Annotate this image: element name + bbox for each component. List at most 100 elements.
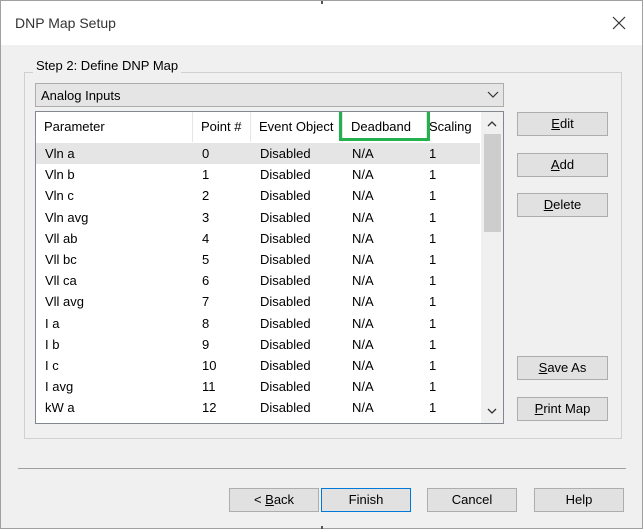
cancel-button[interactable]: Cancel: [427, 488, 517, 512]
column-header-scaling[interactable]: Scaling: [421, 112, 480, 142]
table-cell: Disabled: [260, 315, 311, 331]
table-cell: Disabled: [260, 336, 311, 352]
table-cell: 4: [202, 230, 210, 246]
table-cell: Disabled: [260, 379, 311, 395]
close-button[interactable]: [602, 7, 636, 39]
table-cell: Disabled: [260, 273, 311, 289]
table-cell: N/A: [352, 336, 374, 352]
delete-accel: D: [543, 197, 554, 212]
table-row[interactable]: Vln b 1 Disabled N/A 1: [36, 164, 480, 185]
table-cell: 1: [429, 357, 437, 373]
table-cell: 1: [429, 209, 437, 225]
table-cell: Disabled: [260, 167, 311, 183]
column-header-parameter[interactable]: Parameter: [36, 112, 193, 142]
table-cell: 2: [202, 188, 210, 204]
table-row[interactable]: Vln c 2 Disabled N/A 1: [36, 185, 480, 206]
dropdown-value: Analog Inputs: [41, 88, 121, 103]
table-row[interactable]: I b 9 Disabled N/A 1: [36, 334, 480, 355]
table-cell: 1: [429, 167, 437, 183]
table-cell: Vll bc: [45, 251, 77, 267]
scroll-thumb[interactable]: [484, 134, 501, 232]
edit-accel: E: [551, 116, 560, 131]
table-cell: Vln avg: [45, 209, 89, 225]
vertical-scrollbar[interactable]: [481, 112, 503, 423]
table-row[interactable]: kW a 12 Disabled N/A 1: [36, 397, 480, 418]
table-row[interactable]: Vll ca 6 Disabled N/A 1: [36, 270, 480, 291]
table-cell: Vln c: [45, 188, 74, 204]
table-cell: 6: [202, 273, 210, 289]
table-cell: Vln a: [45, 146, 75, 161]
table-row[interactable]: Vln a 0 Disabled N/A 1: [36, 143, 480, 165]
table-cell: 0: [202, 146, 210, 161]
column-header-deadband[interactable]: Deadband: [343, 112, 427, 142]
table-cell: N/A: [352, 357, 374, 373]
table-row[interactable]: Vll avg 7 Disabled N/A 1: [36, 291, 480, 312]
back-button[interactable]: < Back: [229, 488, 319, 512]
add-accel: A: [550, 157, 560, 172]
table-row[interactable]: I avg 11 Disabled N/A 1: [36, 376, 480, 397]
save-as-button[interactable]: Save As: [517, 356, 608, 380]
table-cell: N/A: [352, 400, 374, 416]
finish-button[interactable]: Finish: [321, 488, 411, 512]
table-cell: I avg: [45, 379, 74, 395]
table-cell: N/A: [352, 379, 374, 395]
table-cell: N/A: [352, 146, 374, 161]
delete-label: elete: [553, 197, 582, 212]
column-header-point[interactable]: Point #: [193, 112, 251, 142]
table-cell: I c: [45, 357, 59, 373]
table-cell: 8: [202, 315, 210, 331]
dnp-map-list[interactable]: Parameter Point # Event Object Deadband …: [35, 111, 504, 424]
table-cell: 1: [429, 400, 437, 416]
column-header-event-object[interactable]: Event Object: [251, 112, 343, 142]
table-cell: Disabled: [260, 251, 311, 267]
close-icon: [612, 16, 626, 30]
table-cell: 1: [429, 294, 437, 310]
table-cell: Disabled: [260, 146, 311, 161]
table-cell: I b: [45, 336, 60, 352]
table-cell: Vll avg: [45, 294, 85, 310]
table-cell: 1: [429, 188, 437, 204]
table-cell: N/A: [352, 251, 374, 267]
table-cell: N/A: [352, 230, 374, 246]
table-cell: 1: [429, 230, 437, 246]
table-cell: Vll ca: [45, 273, 77, 289]
footer-separator: [18, 468, 626, 469]
list-header: Parameter Point # Event Object Deadband …: [36, 112, 480, 142]
table-cell: I a: [45, 315, 60, 331]
table-row[interactable]: Vln avg 3 Disabled N/A 1: [36, 207, 480, 228]
table-row[interactable]: Vll ab 4 Disabled N/A 1: [36, 228, 480, 249]
print-map-button[interactable]: Print Map: [517, 397, 608, 421]
table-row[interactable]: I a 8 Disabled N/A 1: [36, 313, 480, 334]
save-as-label: ave As: [547, 360, 587, 375]
table-cell: 1: [429, 315, 437, 331]
top-edge-marker: [321, 1, 323, 4]
table-row[interactable]: I c 10 Disabled N/A 1: [36, 355, 480, 376]
add-button[interactable]: Add: [517, 153, 608, 177]
table-cell: Disabled: [260, 188, 311, 204]
add-label: dd: [559, 157, 575, 172]
delete-button[interactable]: Delete: [517, 193, 608, 217]
edit-button[interactable]: Edit: [517, 112, 608, 136]
table-row[interactable]: Vll bc 5 Disabled N/A 1: [36, 249, 480, 270]
point-type-dropdown[interactable]: Analog Inputs: [35, 83, 504, 107]
window-title: DNP Map Setup: [15, 15, 116, 31]
back-accel: B: [265, 492, 274, 507]
table-cell: N/A: [352, 273, 374, 289]
help-button[interactable]: Help: [534, 488, 624, 512]
table-cell: kW a: [45, 400, 75, 416]
table-cell: N/A: [352, 188, 374, 204]
save-as-accel: S: [538, 360, 548, 375]
print-map-label: rint Map: [543, 401, 591, 416]
table-cell: 1: [429, 379, 437, 395]
table-cell: Vll ab: [45, 230, 78, 246]
list-rows: Vln a 0 Disabled N/A 1 Vln b 1 Disabled N/A 1 Vln …: [36, 143, 480, 418]
table-cell: 1: [202, 167, 210, 183]
title-bar: DNP Map Setup: [1, 1, 642, 45]
table-cell: N/A: [352, 315, 374, 331]
table-cell: 1: [429, 146, 437, 161]
scroll-down-button[interactable]: [481, 401, 503, 421]
table-cell: 5: [202, 251, 210, 267]
chevron-down-icon: [487, 91, 499, 98]
scroll-up-button[interactable]: [481, 114, 503, 134]
table-cell: Disabled: [260, 294, 311, 310]
